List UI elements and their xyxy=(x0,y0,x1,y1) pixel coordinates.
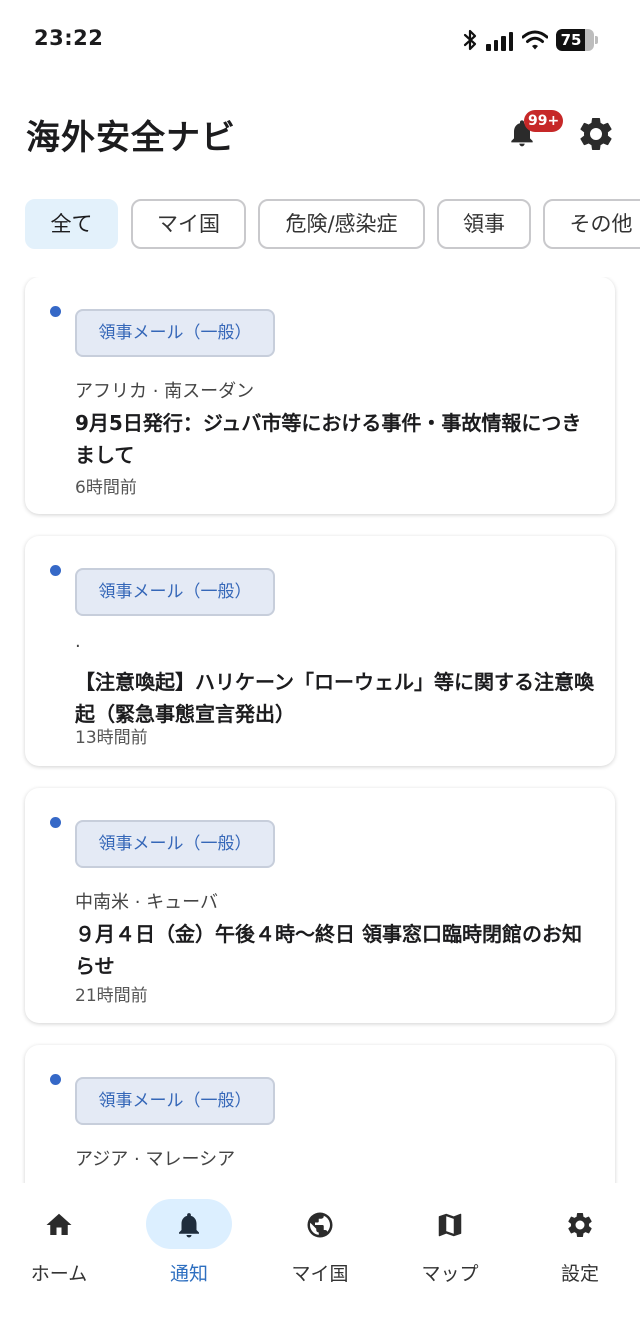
notifications-button[interactable]: 99+ xyxy=(500,110,564,156)
notification-title: 【注意喚起】ハリケーン「ローウェル」等に関する注意喚起（緊急事態宣言発出） xyxy=(75,670,594,726)
notification-badge: 99+ xyxy=(524,110,564,132)
filter-chip-all[interactable]: 全て xyxy=(25,199,118,249)
bluetooth-icon xyxy=(463,29,477,51)
unread-dot xyxy=(50,1074,61,1085)
notification-card[interactable]: 領事メール（一般） 中南米 · キューバ ９月４日（金）午後４時～終日 領事窓口… xyxy=(25,788,615,1023)
unread-dot xyxy=(50,817,61,828)
status-bar: 23:22 75 xyxy=(0,0,640,80)
notification-card[interactable]: 領事メール（一般） · 【注意喚起】ハリケーン「ローウェル」等に関する注意喚起（… xyxy=(25,536,615,766)
category-tag: 領事メール（一般） xyxy=(75,568,275,616)
notification-card[interactable]: 領事メール（一般） アジア · マレーシア xyxy=(25,1045,615,1183)
notification-title: 9月5日発行：ジュバ市等における事件・事故情報につきまして xyxy=(75,411,582,467)
tab-label: 設定 xyxy=(560,1263,599,1285)
battery-indicator: 75 xyxy=(556,29,598,51)
globe-icon xyxy=(307,1212,333,1238)
app-header: 海外安全ナビ 99+ xyxy=(0,100,640,164)
gear-icon xyxy=(580,117,612,150)
bell-icon xyxy=(179,1213,199,1238)
filter-chip-consular[interactable]: 領事 xyxy=(437,199,531,249)
status-icons: 75 xyxy=(462,28,598,52)
notification-region: アフリカ · 南スーダン xyxy=(75,381,255,402)
tab-settings[interactable]: 設定 xyxy=(516,1199,640,1289)
map-icon xyxy=(438,1213,462,1237)
category-tag: 領事メール（一般） xyxy=(75,820,275,868)
filter-chips: 全て マイ国 危険/感染症 領事 その他 xyxy=(25,199,640,249)
tab-my-country[interactable]: マイ国 xyxy=(256,1199,384,1289)
page-title: 海外安全ナビ xyxy=(26,118,236,158)
notification-title: ９月４日（金）午後４時～終日 領事窓口臨時閉館のお知らせ xyxy=(75,922,582,978)
unread-dot xyxy=(50,565,61,576)
settings-button[interactable] xyxy=(576,114,616,154)
notification-time: 6時間前 xyxy=(75,478,137,498)
home-icon xyxy=(46,1213,72,1235)
notification-list: 領事メール（一般） アフリカ · 南スーダン 9月5日発行：ジュバ市等における事… xyxy=(0,277,640,1183)
cellular-signal-icon xyxy=(486,29,514,51)
filter-chip-other[interactable]: その他 xyxy=(543,199,640,249)
filter-chip-danger-infection[interactable]: 危険/感染症 xyxy=(258,199,425,249)
wifi-icon xyxy=(522,30,548,50)
notification-time: 13時間前 xyxy=(75,728,148,748)
tab-home[interactable]: ホーム xyxy=(0,1199,123,1289)
notification-card[interactable]: 領事メール（一般） アフリカ · 南スーダン 9月5日発行：ジュバ市等における事… xyxy=(25,277,615,514)
filter-chip-my-country[interactable]: マイ国 xyxy=(131,199,246,249)
tab-label: ホーム xyxy=(30,1263,88,1285)
notification-time: 21時間前 xyxy=(75,986,148,1006)
notification-region: · xyxy=(75,636,81,657)
bottom-tab-bar: ホーム 通知 マイ国 マップ 設定 xyxy=(0,1183,640,1331)
unread-dot xyxy=(50,306,61,317)
notification-region: 中南米 · キューバ xyxy=(75,892,218,913)
tab-notifications[interactable]: 通知 xyxy=(125,1199,253,1289)
gear-icon xyxy=(568,1213,592,1237)
tab-label: マップ xyxy=(421,1263,479,1285)
tab-label: マイ国 xyxy=(291,1263,349,1285)
tab-map[interactable]: マップ xyxy=(386,1199,514,1289)
status-time: 23:22 xyxy=(34,26,104,50)
category-tag: 領事メール（一般） xyxy=(75,309,275,357)
battery-percent: 75 xyxy=(560,31,582,49)
notification-region: アジア · マレーシア xyxy=(75,1149,236,1170)
tab-label: 通知 xyxy=(169,1263,208,1285)
category-tag: 領事メール（一般） xyxy=(75,1077,275,1125)
